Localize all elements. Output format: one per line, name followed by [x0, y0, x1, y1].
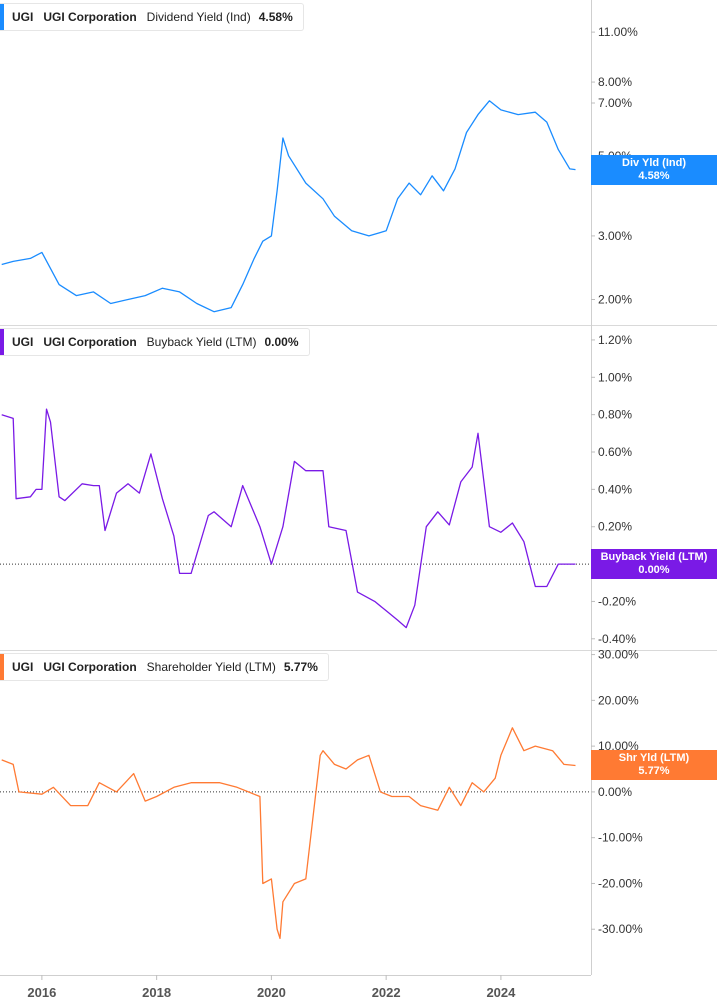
series-line: [1, 727, 576, 940]
y-tick-label: -0.20%: [598, 594, 636, 608]
value-tag-buyback-yield: Buyback Yield (LTM) 0.00%: [591, 549, 717, 580]
legend-buyback-yield: UGI UGI Corporation Buyback Yield (LTM) …: [0, 328, 310, 356]
y-tick-label: 0.60%: [598, 445, 632, 459]
x-tick-label: 2022: [372, 985, 401, 1000]
y-tick-label: 0.00%: [598, 785, 632, 799]
y-tick-label: 3.00%: [598, 229, 632, 243]
legend-company: UGI Corporation: [43, 10, 137, 24]
series-line: [1, 100, 576, 313]
legend-ticker: UGI: [12, 660, 34, 674]
y-tick-label: -30.00%: [598, 922, 643, 936]
value-tag-div-yield: Div Yld (Ind) 4.58%: [591, 154, 717, 185]
legend-company: UGI Corporation: [43, 660, 137, 674]
series-line: [1, 408, 576, 629]
tag-value: 0.00%: [638, 564, 670, 577]
pane-2: 30.00%20.00%10.00%0.00%-10.00%-20.00%-30…: [0, 648, 717, 975]
series-color-swatch: [0, 4, 4, 30]
tag-label: Shr Yld (LTM): [618, 752, 690, 765]
series-color-swatch: [0, 329, 4, 355]
y-tick-label: 0.20%: [598, 520, 632, 534]
legend-shareholder-yield: UGI UGI Corporation Shareholder Yield (L…: [0, 653, 329, 681]
x-tick-label: 2016: [27, 985, 56, 1000]
y-tick-label: -0.40%: [598, 632, 636, 646]
y-tick-label: 2.00%: [598, 293, 632, 307]
legend-value: 5.77%: [283, 660, 318, 674]
y-tick-label: 0.80%: [598, 408, 632, 422]
x-tick-label: 2024: [486, 985, 516, 1000]
legend-metric: Dividend Yield (Ind): [146, 10, 251, 24]
tag-label: Div Yld (Ind): [622, 156, 686, 169]
legend-company: UGI Corporation: [43, 335, 137, 349]
x-tick-label: 2018: [142, 985, 171, 1000]
y-tick-label: 11.00%: [598, 25, 638, 39]
y-tick-label: 0.40%: [598, 482, 632, 496]
tag-value: 5.77%: [638, 765, 670, 778]
y-tick-label: 1.00%: [598, 370, 632, 384]
legend-ticker: UGI: [12, 10, 34, 24]
x-tick-label: 2020: [257, 985, 286, 1000]
value-tag-shareholder-yield: Shr Yld (LTM) 5.77%: [591, 750, 717, 781]
y-tick-label: 1.20%: [598, 333, 632, 347]
y-tick-label: 20.00%: [598, 693, 639, 707]
y-tick-label: -20.00%: [598, 876, 643, 890]
y-tick-label: 7.00%: [598, 96, 632, 110]
legend-ticker: UGI: [12, 335, 34, 349]
pane-1: 1.20% 1.00% 0.80% 0.60% 0.40% 0.20% -0.20% -0.4…: [0, 325, 717, 650]
chart-svg: 11.00%8.00%7.00%5.00%3.00%2.00%1.20%1.00…: [0, 0, 717, 1000]
legend-metric: Shareholder Yield (LTM): [146, 660, 276, 674]
y-tick-label: -10.00%: [598, 831, 643, 845]
y-tick-label: 30.00%: [598, 648, 639, 662]
series-color-swatch: [0, 654, 4, 680]
tag-value: 4.58%: [638, 169, 670, 182]
pane-0: 11.00%8.00%7.00%5.00%3.00%2.00%: [1, 0, 638, 325]
legend-value: 0.00%: [264, 335, 299, 349]
legend-div-yield: UGI UGI Corporation Dividend Yield (Ind)…: [0, 3, 304, 31]
legend-metric: Buyback Yield (LTM): [146, 335, 257, 349]
tag-label: Buyback Yield (LTM): [600, 551, 708, 564]
y-tick-label: 8.00%: [598, 75, 632, 89]
legend-value: 4.58%: [258, 10, 293, 24]
